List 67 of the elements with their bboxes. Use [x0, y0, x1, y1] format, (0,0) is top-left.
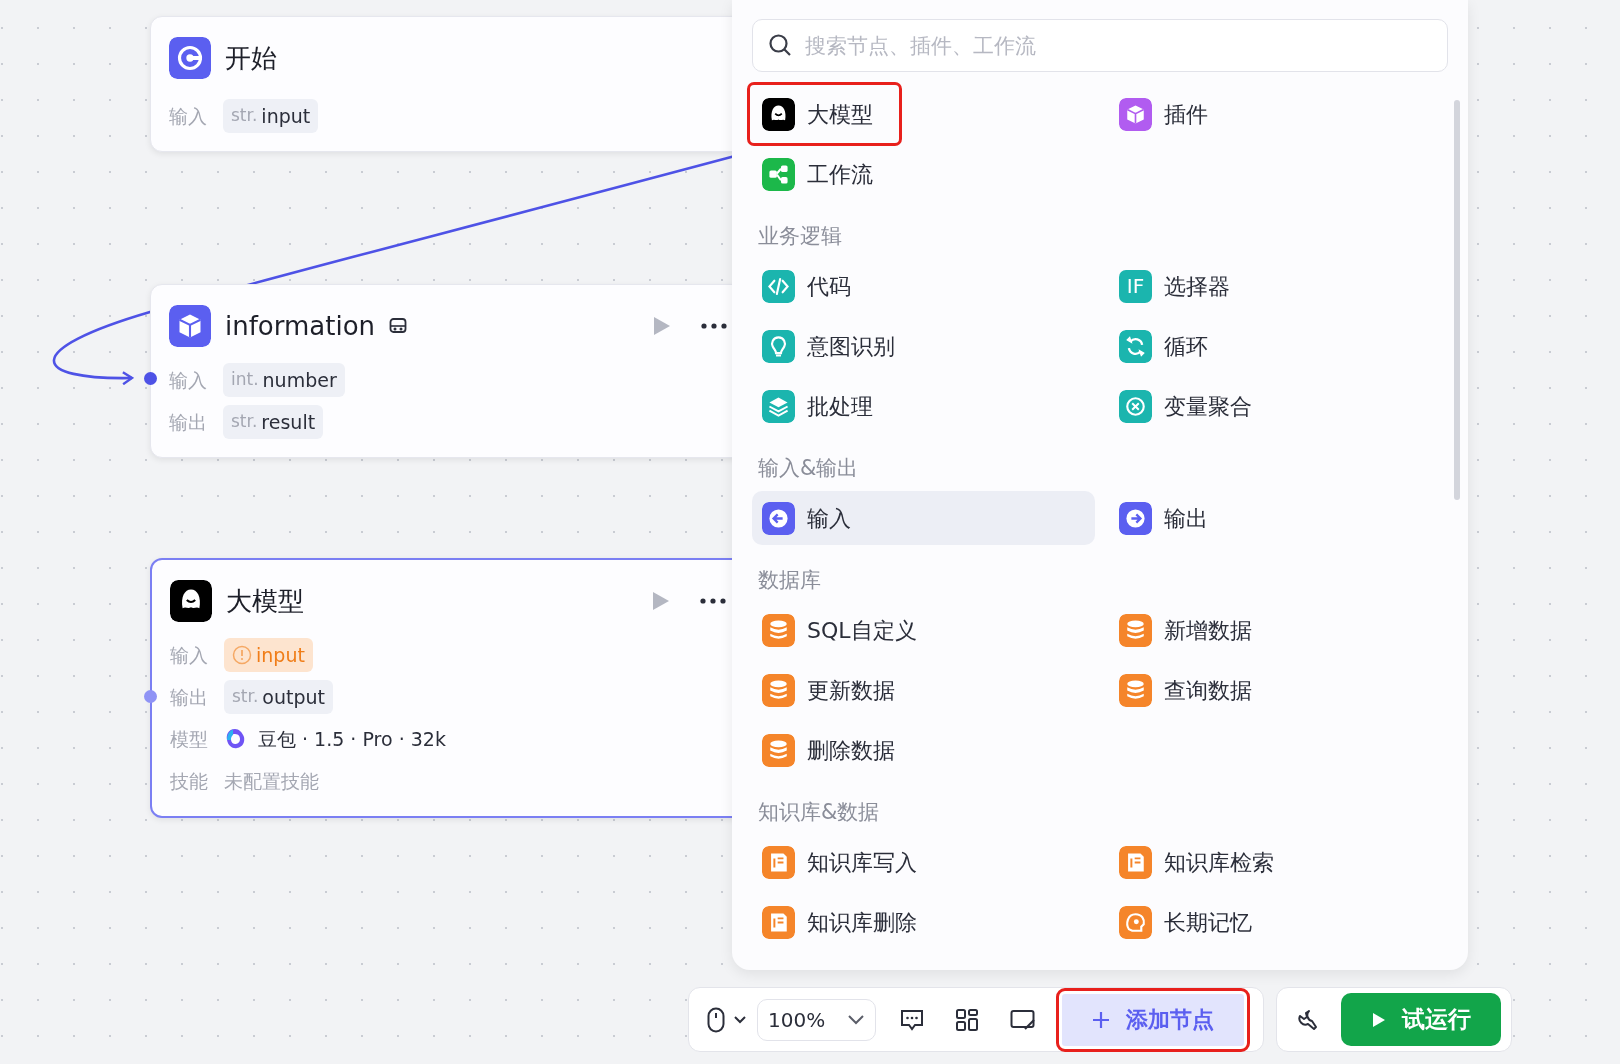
- comment-icon: [900, 1008, 925, 1031]
- play-icon: [1371, 1011, 1386, 1028]
- screen-icon: [1010, 1008, 1037, 1031]
- param-name: result: [261, 409, 316, 435]
- param-name: number: [262, 367, 337, 393]
- plus-icon: [1092, 1010, 1111, 1029]
- section-title: 数据库: [758, 567, 822, 594]
- mouse-icon: [707, 1006, 725, 1033]
- menu-item[interactable]: 批处理: [752, 379, 883, 433]
- menu-item[interactable]: 知识库检索: [1109, 835, 1284, 889]
- menu-item[interactable]: 知识库删除: [752, 895, 927, 949]
- mask-icon: [389, 317, 408, 335]
- menu-item[interactable]: 意图识别: [752, 319, 905, 373]
- menu-item[interactable]: 更新数据: [752, 663, 905, 717]
- warning-icon: [232, 645, 252, 665]
- menu-item[interactable]: IF 选择器: [1109, 259, 1240, 313]
- empty-skill-text: 未配置技能: [224, 768, 319, 794]
- field-label: 输出: [170, 684, 209, 710]
- search-icon: [768, 33, 792, 57]
- target-icon: [169, 37, 211, 79]
- grid-icon: [956, 1008, 979, 1031]
- menu-item[interactable]: 知识库写入: [752, 835, 927, 889]
- section-title: 知识库&数据: [758, 799, 881, 826]
- type-label: str.: [231, 410, 258, 434]
- scrollbar[interactable]: [1454, 100, 1460, 500]
- param-name: input: [256, 642, 305, 668]
- node-title: information: [225, 309, 376, 343]
- node-title: 大模型: [226, 584, 304, 618]
- type-label: int.: [231, 368, 259, 392]
- zoom-select[interactable]: 100%: [757, 998, 877, 1041]
- field-label: 技能: [170, 768, 209, 794]
- menu-item[interactable]: 循环: [1109, 319, 1218, 373]
- type-label: str.: [231, 104, 258, 128]
- menu-item[interactable]: 大模型: [752, 87, 897, 141]
- chevron-icon: [847, 1014, 866, 1025]
- menu-item[interactable]: 新增数据: [1109, 603, 1262, 657]
- ghost-icon: [170, 580, 212, 622]
- model-name: 豆包 · 1.5 · Pro · 32k: [258, 726, 446, 752]
- section-title: 业务逻辑: [758, 223, 843, 250]
- wrench-icon: [1295, 1007, 1319, 1032]
- cube-icon: [169, 305, 211, 347]
- field-label: 输入: [169, 103, 208, 129]
- param-name: input: [261, 103, 311, 129]
- node-title: 开始: [225, 41, 277, 75]
- search-field[interactable]: 搜索节点、插件、工作流: [752, 19, 1448, 72]
- field-label: 输入: [169, 367, 208, 393]
- field-label: 输入: [170, 642, 209, 668]
- menu-item[interactable]: 输入: [752, 491, 1095, 545]
- more-icon[interactable]: [700, 598, 726, 604]
- if-icon: IF: [1119, 269, 1152, 303]
- menu-item[interactable]: 输出: [1109, 491, 1218, 545]
- menu-item[interactable]: 长期记忆: [1109, 895, 1262, 949]
- menu-item[interactable]: 代码: [752, 259, 861, 313]
- model-logo-icon: [224, 727, 246, 751]
- param-name: output: [262, 684, 326, 710]
- section-title: 输入&输出: [758, 455, 860, 482]
- menu-item[interactable]: SQL自定义: [752, 603, 927, 657]
- type-label: str.: [232, 685, 259, 709]
- menu-item[interactable]: 删除数据: [752, 723, 905, 777]
- menu-item[interactable]: 工作流: [752, 147, 883, 201]
- menu-item[interactable]: 查询数据: [1109, 663, 1262, 717]
- more-icon[interactable]: [701, 323, 727, 329]
- caret-icon: [733, 1015, 747, 1024]
- field-label: 输出: [169, 409, 208, 435]
- menu-item[interactable]: 变量聚合: [1109, 379, 1262, 433]
- menu-item[interactable]: 插件: [1109, 87, 1218, 141]
- field-label: 模型: [170, 726, 209, 752]
